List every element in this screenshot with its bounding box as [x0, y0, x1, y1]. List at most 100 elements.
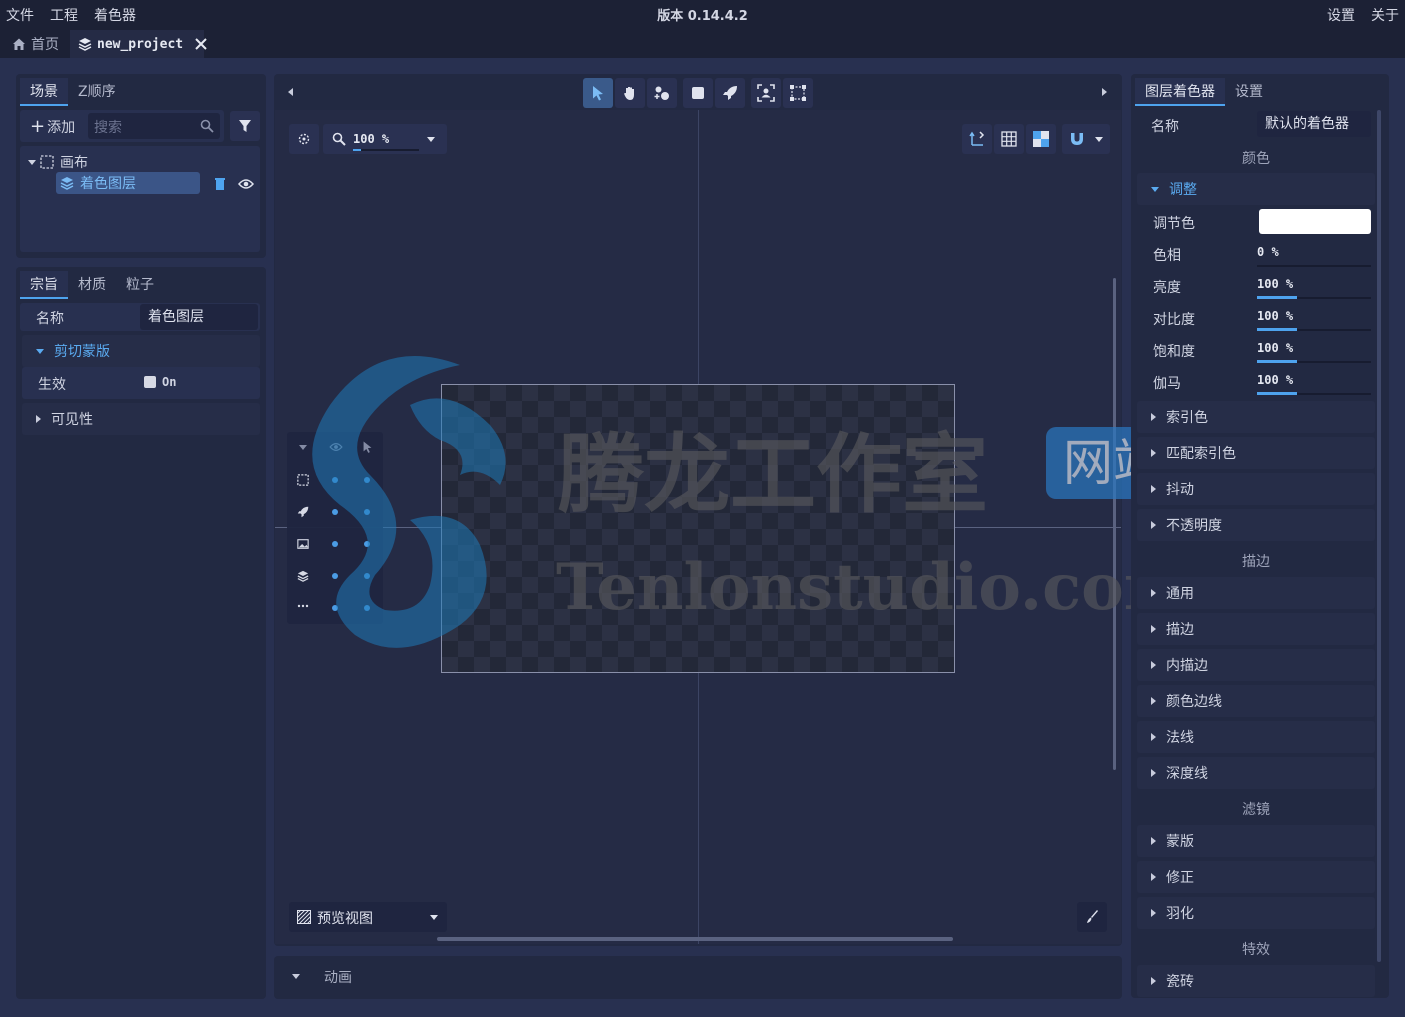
tint-color-swatch[interactable] — [1259, 209, 1371, 234]
tab-material[interactable]: 材质 — [68, 271, 116, 299]
properties-panel: 宗旨 材质 粒子 名称 着色图层 剪切蒙版 生效 On 可见性 — [16, 267, 266, 999]
search-input[interactable]: 搜索 — [88, 113, 220, 139]
section-stroke[interactable]: 描边 — [1137, 613, 1375, 645]
contrast-label: 对比度 — [1153, 312, 1195, 328]
hue-slider[interactable]: 0 % — [1257, 241, 1371, 267]
group-effect: 特效 — [1242, 942, 1270, 958]
zoom-track — [353, 149, 419, 151]
chevron-down-icon[interactable] — [28, 159, 36, 165]
section-inner-stroke[interactable]: 内描边 — [1137, 649, 1375, 681]
add-button[interactable]: + 添加 — [30, 116, 75, 137]
section-visibility[interactable]: 可见性 — [22, 403, 260, 435]
tab-particle[interactable]: 粒子 — [116, 271, 164, 299]
checker-toggle-button[interactable] — [1026, 124, 1056, 154]
snap-dropdown[interactable] — [1062, 124, 1110, 154]
enabled-label: 生效 — [38, 377, 66, 393]
rocket-icon — [722, 85, 738, 101]
saturation-slider[interactable]: 100 % — [1257, 337, 1371, 363]
section-dither[interactable]: 抖动 — [1137, 473, 1375, 505]
scene-toolbar: + 添加 搜索 — [20, 110, 224, 142]
right-scrollbar[interactable] — [1377, 110, 1381, 962]
focus-button[interactable] — [751, 78, 781, 108]
group-color: 颜色 — [1242, 151, 1270, 167]
vertical-scrollbar[interactable] — [1113, 278, 1116, 770]
name-field[interactable]: 着色图层 — [140, 304, 258, 330]
chevron-right-icon — [36, 415, 41, 423]
tree-item-layer[interactable]: 着色图层 — [56, 172, 200, 194]
chevron-right-icon — [1151, 837, 1156, 845]
launch-button[interactable] — [715, 78, 745, 108]
scene-tree: 画布 着色图层 — [20, 146, 260, 252]
gamma-slider[interactable]: 100 % — [1257, 369, 1371, 395]
tab-zorder[interactable]: Z顺序 — [68, 78, 126, 106]
stop-icon — [692, 87, 704, 99]
section-adjust[interactable]: 调整 — [1137, 173, 1375, 205]
close-icon[interactable] — [194, 37, 208, 51]
name-row: 名称 着色图层 — [20, 303, 260, 331]
tab-layer-shader[interactable]: 图层着色器 — [1135, 78, 1225, 106]
axis-toggle-button[interactable] — [962, 124, 992, 154]
animation-label: 动画 — [324, 970, 352, 986]
transform-button[interactable] — [783, 78, 813, 108]
tab-purpose[interactable]: 宗旨 — [20, 271, 68, 299]
menu-settings[interactable]: 设置 — [1327, 5, 1355, 25]
select-tool-button[interactable] — [583, 78, 613, 108]
section-color-outline[interactable]: 颜色边线 — [1137, 685, 1375, 717]
section-feather[interactable]: 羽化 — [1137, 897, 1375, 929]
node-tool-button[interactable] — [647, 78, 677, 108]
chevron-down-icon — [430, 915, 438, 920]
eye-icon[interactable] — [238, 178, 254, 190]
tab-home[interactable]: 首页 — [4, 30, 67, 58]
filter-button[interactable] — [230, 111, 260, 141]
grid-toggle-button[interactable] — [994, 124, 1024, 154]
gamma-label: 伽马 — [1153, 376, 1181, 392]
section-correction[interactable]: 修正 — [1137, 861, 1375, 893]
shader-name-field[interactable]: 默认的着色器 — [1257, 111, 1371, 137]
menu-bar: 文件 工程 着色器 版本 0.14.4.2 设置 关于 — [0, 0, 1405, 28]
grid-icon — [1001, 131, 1017, 147]
enabled-row: 生效 On — [22, 367, 260, 399]
tree-item-canvas[interactable]: 画布 — [28, 152, 88, 172]
hatch-icon — [297, 910, 311, 924]
watermark-en: Tenlonstudio.com — [556, 550, 1192, 625]
chevron-right-icon[interactable] — [1102, 88, 1107, 96]
preview-view-dropdown[interactable]: 预览视图 — [289, 902, 447, 932]
hue-label: 色相 — [1153, 248, 1181, 264]
brush-icon — [1085, 910, 1099, 924]
chevron-right-icon — [1151, 977, 1156, 985]
section-normal-line[interactable]: 法线 — [1137, 721, 1375, 753]
tab-shader-settings[interactable]: 设置 — [1225, 78, 1273, 106]
horizontal-scrollbar[interactable] — [437, 937, 953, 941]
enabled-toggle[interactable]: On — [144, 375, 176, 389]
zoom-dropdown[interactable]: 100 % — [323, 124, 447, 154]
menu-about[interactable]: 关于 — [1371, 5, 1399, 25]
chevron-down-icon[interactable] — [292, 974, 300, 979]
tab-scene[interactable]: 场景 — [20, 78, 68, 106]
recenter-button[interactable] — [289, 124, 319, 154]
chevron-right-icon — [1151, 625, 1156, 633]
shader-panel: 图层着色器 设置 名称 默认的着色器 颜色 调整 调节色 色相 0 % 亮度 1… — [1131, 74, 1389, 998]
pan-tool-button[interactable] — [615, 78, 645, 108]
chevron-right-icon — [1151, 485, 1156, 493]
zoom-fill — [353, 149, 361, 151]
hand-icon — [622, 85, 638, 101]
tab-project[interactable]: new_project — [70, 30, 207, 58]
section-match-indexed-color[interactable]: 匹配索引色 — [1137, 437, 1375, 469]
section-depth-line[interactable]: 深度线 — [1137, 757, 1375, 789]
contrast-slider[interactable]: 100 % — [1257, 305, 1371, 331]
chevron-down-icon — [1095, 137, 1103, 142]
section-indexed-color[interactable]: 索引色 — [1137, 401, 1375, 433]
section-opacity[interactable]: 不透明度 — [1137, 509, 1375, 541]
brightness-slider[interactable]: 100 % — [1257, 273, 1371, 299]
section-general[interactable]: 通用 — [1137, 577, 1375, 609]
stop-button[interactable] — [683, 78, 713, 108]
section-clip-mask[interactable]: 剪切蒙版 — [22, 335, 260, 367]
tab-project-label: new_project — [97, 36, 184, 52]
brush-button[interactable] — [1077, 902, 1107, 932]
home-icon — [12, 37, 26, 51]
section-tile[interactable]: 瓷砖 — [1137, 965, 1375, 997]
chevron-left-icon[interactable] — [288, 88, 293, 96]
section-mask[interactable]: 蒙版 — [1137, 825, 1375, 857]
chevron-down-icon — [427, 137, 435, 142]
delete-icon[interactable] — [214, 177, 226, 191]
